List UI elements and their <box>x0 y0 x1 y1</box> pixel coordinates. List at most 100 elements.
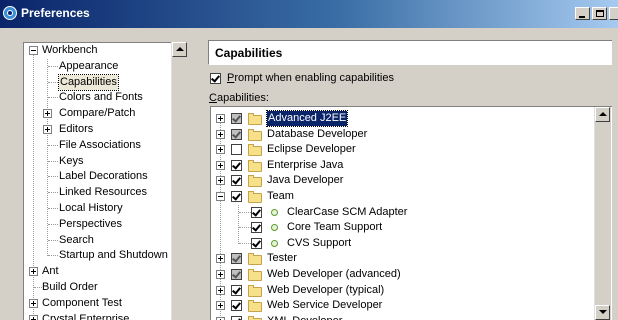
capability-label: Tester <box>267 252 297 265</box>
expand-icon[interactable] <box>216 114 225 123</box>
folder-icon <box>248 144 262 157</box>
capability-item-eclipse-developer[interactable]: Eclipse Developer <box>211 142 595 157</box>
capability-checkbox[interactable] <box>231 128 242 140</box>
activity-circle-icon <box>271 239 278 247</box>
capability-label: Core Team Support <box>287 221 383 234</box>
capabilities-label: Capabilities: <box>209 92 269 104</box>
capability-item-clearcase-scm-adapter[interactable]: ClearCase SCM Adapter <box>211 205 595 220</box>
tree-guide-line <box>239 227 251 229</box>
scroll-up-button[interactable] <box>595 107 610 122</box>
capability-item-java-developer[interactable]: Java Developer <box>211 173 595 188</box>
capability-item-enterprise-java[interactable]: Enterprise Java <box>211 158 595 173</box>
prompt-checkbox[interactable] <box>210 73 221 84</box>
tree-item-label: Label Decorations <box>59 170 148 183</box>
capability-item-advanced-j2ee[interactable]: Advanced J2EE <box>211 110 595 127</box>
maximize-button[interactable] <box>592 7 607 20</box>
capability-label: CVS Support <box>287 236 352 249</box>
capability-checkbox[interactable] <box>231 191 242 202</box>
tree-item-label: Perspectives <box>59 217 122 230</box>
scroll-up-button[interactable] <box>172 42 187 57</box>
tree-item-label: Build Order <box>42 281 98 293</box>
folder-icon <box>248 159 262 172</box>
capability-checkbox[interactable] <box>231 300 242 312</box>
tree-guide-line <box>48 160 58 162</box>
tree-item-label: Linked Resources <box>59 186 148 199</box>
preferences-tree[interactable]: Workbench Appearance Capabilities Colors an… <box>23 42 187 320</box>
capability-label: Web Service Developer <box>267 299 383 312</box>
activity-circle-icon <box>271 208 278 216</box>
capability-label: Web Developer (typical) <box>267 283 385 296</box>
capability-checkbox[interactable] <box>251 222 262 234</box>
folder-icon <box>248 253 262 266</box>
capability-label: Web Developer (advanced) <box>267 268 401 280</box>
tree-guide-line <box>48 81 58 83</box>
expand-icon[interactable] <box>29 314 38 320</box>
expand-icon[interactable] <box>216 270 225 279</box>
capabilities-tree-scrollbar[interactable] <box>594 107 611 320</box>
capability-label: XML Developer <box>267 314 342 320</box>
capability-item-web-service-developer[interactable]: Web Service Developer <box>211 298 595 313</box>
minimize-button[interactable] <box>575 7 590 20</box>
expand-icon[interactable] <box>29 298 38 308</box>
scroll-down-button[interactable] <box>595 305 610 320</box>
tree-guide-line <box>33 55 34 320</box>
capability-checkbox[interactable] <box>231 144 242 156</box>
capability-label: Database Developer <box>267 127 368 140</box>
tree-item-label: Search <box>59 233 94 246</box>
expand-icon[interactable] <box>43 125 52 134</box>
expand-icon[interactable] <box>216 129 225 139</box>
window-title: Preferences <box>21 6 90 20</box>
capabilities-tree[interactable]: Advanced J2EE Database Developer Eclipse D… <box>210 106 612 320</box>
capability-checkbox[interactable] <box>251 206 262 218</box>
tree-item-label: Keys <box>59 154 84 167</box>
capability-item-xml-developer[interactable]: XML Developer <box>211 314 595 320</box>
capability-label: Eclipse Developer <box>267 143 356 156</box>
capability-label: Enterprise Java <box>267 158 344 171</box>
tree-item-label: File Associations <box>59 138 141 151</box>
eclipse-app-icon <box>3 6 17 20</box>
expand-icon[interactable] <box>43 109 52 119</box>
tree-item-label: Editors <box>59 123 94 135</box>
close-button[interactable] <box>609 7 618 20</box>
tree-guide-line <box>48 255 58 257</box>
capability-item-tester[interactable]: Tester <box>211 251 595 266</box>
page-title: Capabilities <box>215 46 283 60</box>
tree-guide-line <box>48 65 58 67</box>
expand-icon[interactable] <box>216 160 225 170</box>
capability-item-team[interactable]: Team <box>211 189 595 204</box>
capability-item-database-developer[interactable]: Database Developer <box>211 127 595 142</box>
folder-icon <box>248 269 262 281</box>
tree-item-label: Component Test <box>42 296 122 309</box>
title-bar[interactable]: Preferences <box>0 0 618 28</box>
tree-item-label: Local History <box>59 202 123 214</box>
expand-icon[interactable] <box>216 285 225 295</box>
capability-checkbox[interactable] <box>231 159 242 171</box>
capability-checkbox[interactable] <box>231 175 242 187</box>
expand-icon[interactable] <box>216 254 225 264</box>
capability-checkbox[interactable] <box>231 315 242 320</box>
capability-checkbox[interactable] <box>231 253 242 265</box>
capability-checkbox[interactable] <box>231 113 242 124</box>
collapse-icon[interactable] <box>216 192 225 201</box>
tree-guide-line <box>48 144 58 146</box>
capability-label: ClearCase SCM Adapter <box>287 205 408 218</box>
expand-icon[interactable] <box>216 301 225 311</box>
expand-icon[interactable] <box>216 145 225 155</box>
tree-item-label: Ant <box>42 265 59 278</box>
expand-icon[interactable] <box>216 176 225 186</box>
preferences-tree-scrollbar[interactable] <box>171 42 187 320</box>
capability-item-cvs-support[interactable]: CVS Support <box>211 236 595 251</box>
expand-icon[interactable] <box>29 267 38 277</box>
tree-guide-line <box>48 176 58 178</box>
capability-checkbox[interactable] <box>231 284 242 296</box>
capability-item-web-developer-typical[interactable]: Web Developer (typical) <box>211 283 595 298</box>
capability-label: Advanced J2EE <box>265 110 349 127</box>
tree-guide-line <box>48 223 58 225</box>
capability-checkbox[interactable] <box>231 269 242 280</box>
collapse-icon[interactable] <box>29 46 38 55</box>
capability-item-core-team-support[interactable]: Core Team Support <box>211 220 595 235</box>
prompt-checkbox-label[interactable]: Prompt when enabling capabilities <box>227 72 394 84</box>
folder-icon <box>248 191 262 203</box>
capability-item-web-developer-advanced[interactable]: Web Developer (advanced) <box>211 267 595 282</box>
capability-checkbox[interactable] <box>251 237 262 249</box>
